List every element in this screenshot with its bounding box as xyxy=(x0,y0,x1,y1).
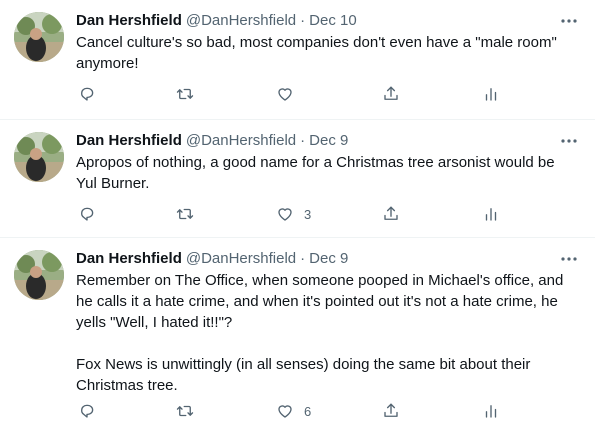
avatar[interactable] xyxy=(14,12,64,62)
share-icon xyxy=(384,206,398,220)
share-icon xyxy=(384,86,398,100)
tweet-actions xyxy=(76,84,579,104)
retweet-icon xyxy=(176,88,194,100)
tweet-header: Dan Hershfield @DanHershfield · Dec 9 xyxy=(76,250,579,268)
analytics-button[interactable] xyxy=(482,204,500,224)
separator: · xyxy=(300,250,306,267)
author-handle[interactable]: @DanHershfield xyxy=(186,250,296,268)
author-handle[interactable]: @DanHershfield xyxy=(186,12,296,30)
more-icon[interactable] xyxy=(559,12,579,30)
analytics-icon xyxy=(485,88,497,101)
analytics-icon xyxy=(485,208,497,221)
tweet-date[interactable]: Dec 9 xyxy=(309,132,348,150)
reply-button[interactable] xyxy=(78,204,96,224)
like-count: 3 xyxy=(304,206,312,222)
tweet-actions: 3 xyxy=(76,204,579,224)
tweet-date[interactable]: Dec 9 xyxy=(309,250,348,268)
tweet[interactable]: Dan Hershfield @DanHershfield · Dec 10 C… xyxy=(0,0,595,120)
share-button[interactable] xyxy=(382,84,400,104)
like-button[interactable]: 6 xyxy=(276,401,311,421)
avatar[interactable] xyxy=(14,250,64,300)
tweet-actions: 6 xyxy=(76,401,579,421)
analytics-icon xyxy=(485,405,497,418)
retweet-icon xyxy=(176,405,194,417)
analytics-button[interactable] xyxy=(482,401,500,421)
heart-icon xyxy=(278,208,292,221)
more-icon[interactable] xyxy=(559,250,579,268)
reply-icon xyxy=(81,404,94,418)
analytics-button[interactable] xyxy=(482,84,500,104)
share-icon xyxy=(384,403,398,417)
tweet-text: Cancel culture's so bad, most companies … xyxy=(76,34,561,72)
separator: · xyxy=(300,12,306,29)
tweet-text: Remember on The Office, when someone poo… xyxy=(76,272,564,394)
reply-button[interactable] xyxy=(78,401,96,421)
tweet[interactable]: Dan Hershfield @DanHershfield · Dec 9 Re… xyxy=(0,238,595,431)
author-name[interactable]: Dan Hershfield xyxy=(76,250,182,268)
separator: · xyxy=(300,132,306,149)
author-handle[interactable]: @DanHershfield xyxy=(186,132,296,150)
retweet-button[interactable] xyxy=(176,204,194,224)
reply-icon xyxy=(81,87,94,101)
retweet-button[interactable] xyxy=(176,401,194,421)
reply-button[interactable] xyxy=(78,84,96,104)
like-count: 6 xyxy=(304,403,312,419)
like-button[interactable] xyxy=(276,84,304,104)
author-name[interactable]: Dan Hershfield xyxy=(76,132,182,150)
heart-icon xyxy=(278,88,292,101)
tweet[interactable]: Dan Hershfield @DanHershfield · Dec 9 Ap… xyxy=(0,120,595,238)
retweet-icon xyxy=(176,208,194,220)
share-button[interactable] xyxy=(382,204,400,224)
more-icon[interactable] xyxy=(559,132,579,150)
retweet-button[interactable] xyxy=(176,84,194,104)
share-button[interactable] xyxy=(382,401,400,421)
reply-icon xyxy=(81,207,94,221)
like-button[interactable]: 3 xyxy=(276,204,311,224)
tweet-date[interactable]: Dec 10 xyxy=(309,12,357,30)
tweet-header: Dan Hershfield @DanHershfield · Dec 10 xyxy=(76,12,579,30)
tweet-header: Dan Hershfield @DanHershfield · Dec 9 xyxy=(76,132,579,150)
avatar[interactable] xyxy=(14,132,64,182)
heart-icon xyxy=(278,405,292,418)
tweet-text: Apropos of nothing, a good name for a Ch… xyxy=(76,154,559,192)
author-name[interactable]: Dan Hershfield xyxy=(76,12,182,30)
